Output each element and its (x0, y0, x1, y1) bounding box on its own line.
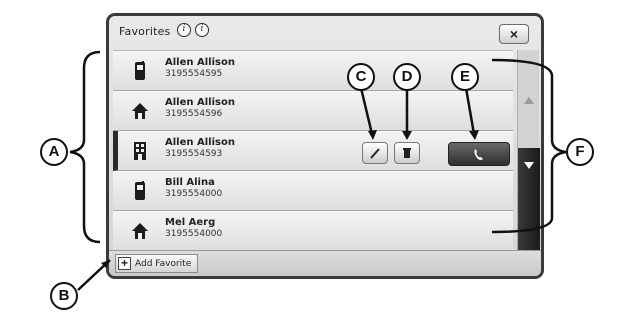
callout-c: C (347, 63, 375, 91)
callout-lines (69, 50, 567, 291)
callout-d: D (393, 63, 421, 91)
callout-f: F (566, 138, 594, 166)
callout-a: A (40, 138, 68, 166)
callout-b: B (50, 282, 78, 310)
callout-e: E (451, 63, 479, 91)
